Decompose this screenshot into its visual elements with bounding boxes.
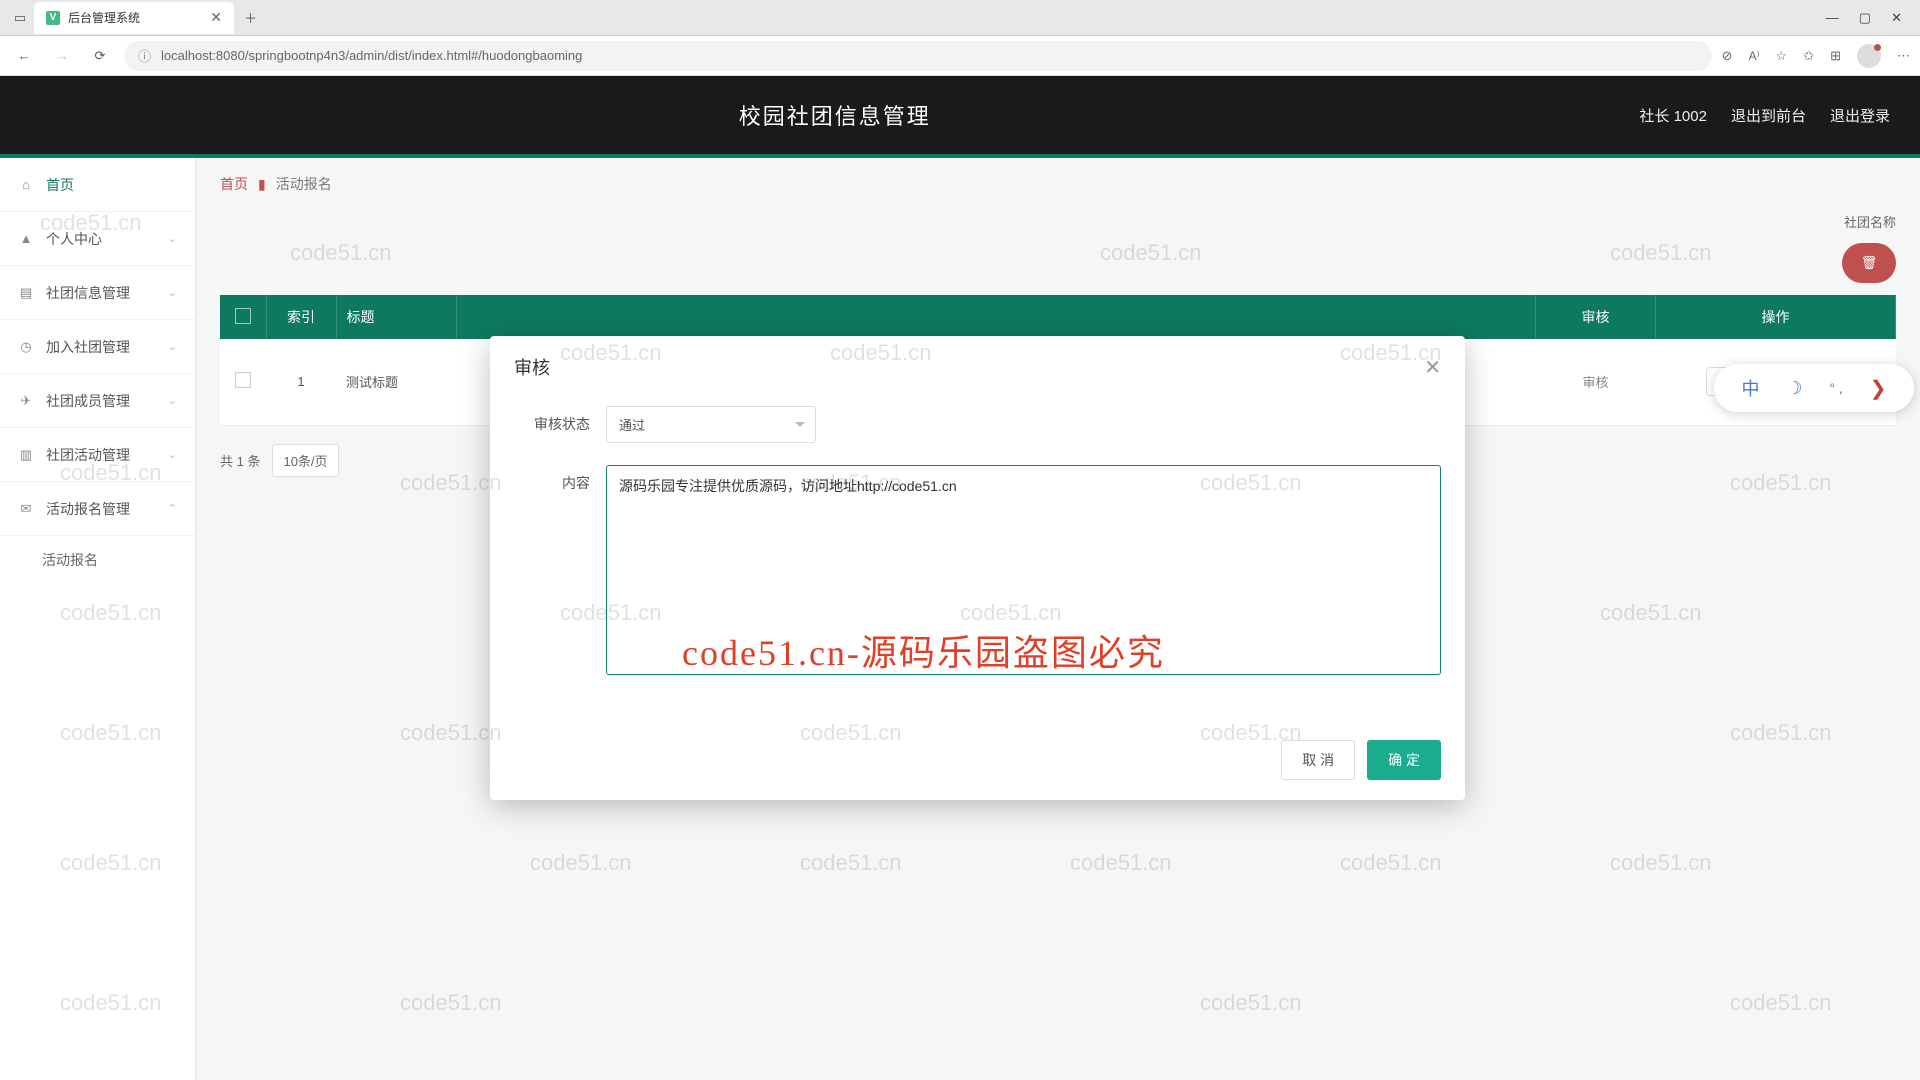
tab-manager-icon[interactable]: ▭ bbox=[8, 6, 32, 30]
url-text: localhost:8080/springbootnp4n3/admin/dis… bbox=[161, 48, 1698, 63]
ime-moon-icon[interactable]: ☽ bbox=[1786, 378, 1802, 399]
close-tab-icon[interactable]: ✕ bbox=[210, 9, 222, 26]
favicon-icon: V bbox=[46, 11, 60, 25]
maximize-icon[interactable]: ▢ bbox=[1859, 10, 1871, 26]
cancel-button[interactable]: 取 消 bbox=[1281, 740, 1355, 780]
address-bar: ← → ⟳ ⓘ localhost:8080/springbootnp4n3/a… bbox=[0, 36, 1920, 76]
profile-avatar[interactable] bbox=[1857, 44, 1881, 68]
confirm-button[interactable]: 确 定 bbox=[1367, 740, 1441, 780]
ime-expand-icon[interactable]: ❯ bbox=[1870, 376, 1887, 401]
modal-title: 审核 bbox=[514, 354, 1424, 380]
status-label: 审核状态 bbox=[514, 406, 606, 434]
new-tab-button[interactable]: ＋ bbox=[236, 8, 265, 27]
content-textarea[interactable] bbox=[606, 465, 1441, 675]
read-aloud-icon[interactable]: A⁾ bbox=[1749, 49, 1760, 63]
close-window-icon[interactable]: ✕ bbox=[1891, 10, 1902, 26]
browser-tab[interactable]: V 后台管理系统 ✕ bbox=[34, 2, 234, 34]
ime-cn-icon[interactable]: 中 bbox=[1741, 375, 1759, 401]
modal-close-icon[interactable]: ✕ bbox=[1424, 355, 1441, 380]
browser-tab-strip: ▭ V 后台管理系统 ✕ ＋ — ▢ ✕ bbox=[0, 0, 1920, 36]
tab-title: 后台管理系统 bbox=[68, 9, 202, 26]
audit-modal: 审核 ✕ 审核状态 通过 内容 取 消 确 定 bbox=[490, 336, 1465, 800]
collections-icon[interactable]: ⊞ bbox=[1830, 48, 1841, 64]
url-box[interactable]: ⓘ localhost:8080/springbootnp4n3/admin/d… bbox=[124, 41, 1712, 71]
status-select[interactable]: 通过 bbox=[606, 406, 816, 443]
reload-button[interactable]: ⟳ bbox=[86, 42, 114, 70]
minimize-icon[interactable]: — bbox=[1826, 10, 1839, 26]
ime-toolbar[interactable]: 中 ☽ ° , ❯ bbox=[1714, 364, 1914, 412]
site-info-icon[interactable]: ⓘ bbox=[138, 46, 151, 65]
ime-punct-icon[interactable]: ° , bbox=[1829, 380, 1842, 396]
content-label: 内容 bbox=[514, 465, 606, 493]
favorites-bar-icon[interactable]: ✩ bbox=[1803, 48, 1814, 64]
back-button[interactable]: ← bbox=[10, 42, 38, 70]
password-icon[interactable]: ⊘ bbox=[1722, 48, 1733, 64]
favorite-icon[interactable]: ☆ bbox=[1776, 48, 1788, 64]
more-icon[interactable]: ⋯ bbox=[1897, 48, 1910, 64]
forward-button: → bbox=[48, 42, 76, 70]
